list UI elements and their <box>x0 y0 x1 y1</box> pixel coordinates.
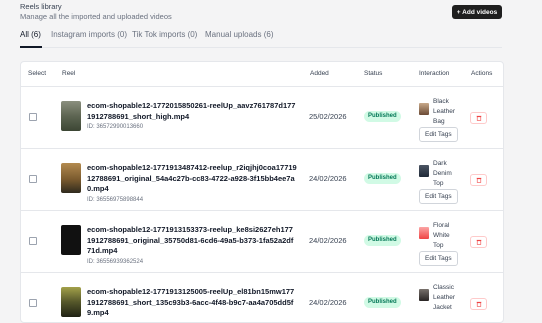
product-name: Black Leather Bag <box>433 98 456 125</box>
reel-thumbnail[interactable] <box>61 163 81 193</box>
tab-manual-uploads[interactable]: Manual uploads (6) <box>205 30 273 39</box>
reel-thumbnail[interactable] <box>61 287 81 317</box>
reel-filename: ecom-shopable12-1771913125005-reelUp_el8… <box>87 287 295 317</box>
added-date: 24/02/2026 <box>309 298 347 307</box>
product-name: Classic Leather Jacket <box>433 284 456 311</box>
reel-id: ID: 36556975898844 <box>87 197 144 203</box>
product-thumbnail <box>419 289 429 301</box>
row-select-checkbox[interactable] <box>29 175 37 183</box>
product-thumbnail <box>419 227 429 239</box>
reel-filename: ecom-shopable12-1771913153373-reelup_ke8… <box>87 225 294 255</box>
reels-table: Select Reel Added Status Interaction Act… <box>20 61 504 323</box>
reel-filename: ecom-shopable12-1772015850261-reelUp_aav… <box>87 101 296 121</box>
reel-thumbnail[interactable] <box>61 225 81 255</box>
column-added: Added <box>310 70 329 77</box>
product-thumbnail <box>419 165 429 177</box>
column-status: Status <box>364 70 383 77</box>
tab-all[interactable]: All (6) <box>20 30 41 39</box>
reel-thumbnail[interactable] <box>61 101 81 131</box>
reel-filename: ecom-shopable12-1771913487412-reelup_r2i… <box>87 163 297 193</box>
tab-tiktok-imports[interactable]: Tik Tok imports (0) <box>132 30 197 39</box>
trash-icon <box>476 177 481 183</box>
add-videos-button[interactable]: + Add videos <box>452 5 502 19</box>
row-select-checkbox[interactable] <box>29 237 37 245</box>
column-select: Select <box>28 70 47 77</box>
page-subtitle: Manage all the imported and uploaded vid… <box>20 12 172 21</box>
delete-button[interactable] <box>470 298 487 310</box>
added-date: 24/02/2026 <box>309 236 347 245</box>
status-badge: Published <box>364 173 401 184</box>
product-thumbnail <box>419 103 429 115</box>
trash-icon <box>476 301 481 307</box>
table-row: ecom-shopable12-1771913125005-reelUp_el8… <box>21 273 503 322</box>
edit-tags-button[interactable]: Edit Tags <box>419 251 458 266</box>
status-badge: Published <box>364 297 401 308</box>
column-reel: Reel <box>62 70 76 77</box>
product-name: Floral White Top <box>433 222 450 249</box>
column-actions: Actions <box>471 70 493 77</box>
page-header: Reels library Manage all the imported an… <box>0 0 542 30</box>
reel-id: ID: 36556939362524 <box>87 259 144 265</box>
delete-button[interactable] <box>470 112 487 124</box>
table-row: ecom-shopable12-1771913153373-reelup_ke8… <box>21 211 503 273</box>
edit-tags-button[interactable]: Edit Tags <box>419 189 458 204</box>
status-badge: Published <box>364 235 401 246</box>
edit-tags-button[interactable]: Edit Tags <box>419 127 458 142</box>
delete-button[interactable] <box>470 236 487 248</box>
reel-id: ID: 36572990013660 <box>87 124 144 130</box>
page-title: Reels library <box>20 2 62 11</box>
added-date: 25/02/2026 <box>309 112 347 121</box>
row-select-checkbox[interactable] <box>29 113 37 121</box>
tabs-divider <box>20 47 502 48</box>
table-row: ecom-shopable12-1772015850261-reelUp_aav… <box>21 87 503 149</box>
trash-icon <box>476 115 481 121</box>
status-badge: Published <box>364 111 401 122</box>
tab-instagram-imports[interactable]: Instagram imports (0) <box>51 30 127 39</box>
trash-icon <box>476 239 481 245</box>
added-date: 24/02/2026 <box>309 174 347 183</box>
product-name: Dark Denim Top <box>433 160 452 187</box>
delete-button[interactable] <box>470 174 487 186</box>
table-header: Select Reel Added Status Interaction Act… <box>21 62 503 87</box>
row-select-checkbox[interactable] <box>29 299 37 307</box>
active-tab-indicator <box>20 46 42 48</box>
table-row: ecom-shopable12-1771913487412-reelup_r2i… <box>21 149 503 211</box>
column-interaction: Interaction <box>419 70 450 77</box>
